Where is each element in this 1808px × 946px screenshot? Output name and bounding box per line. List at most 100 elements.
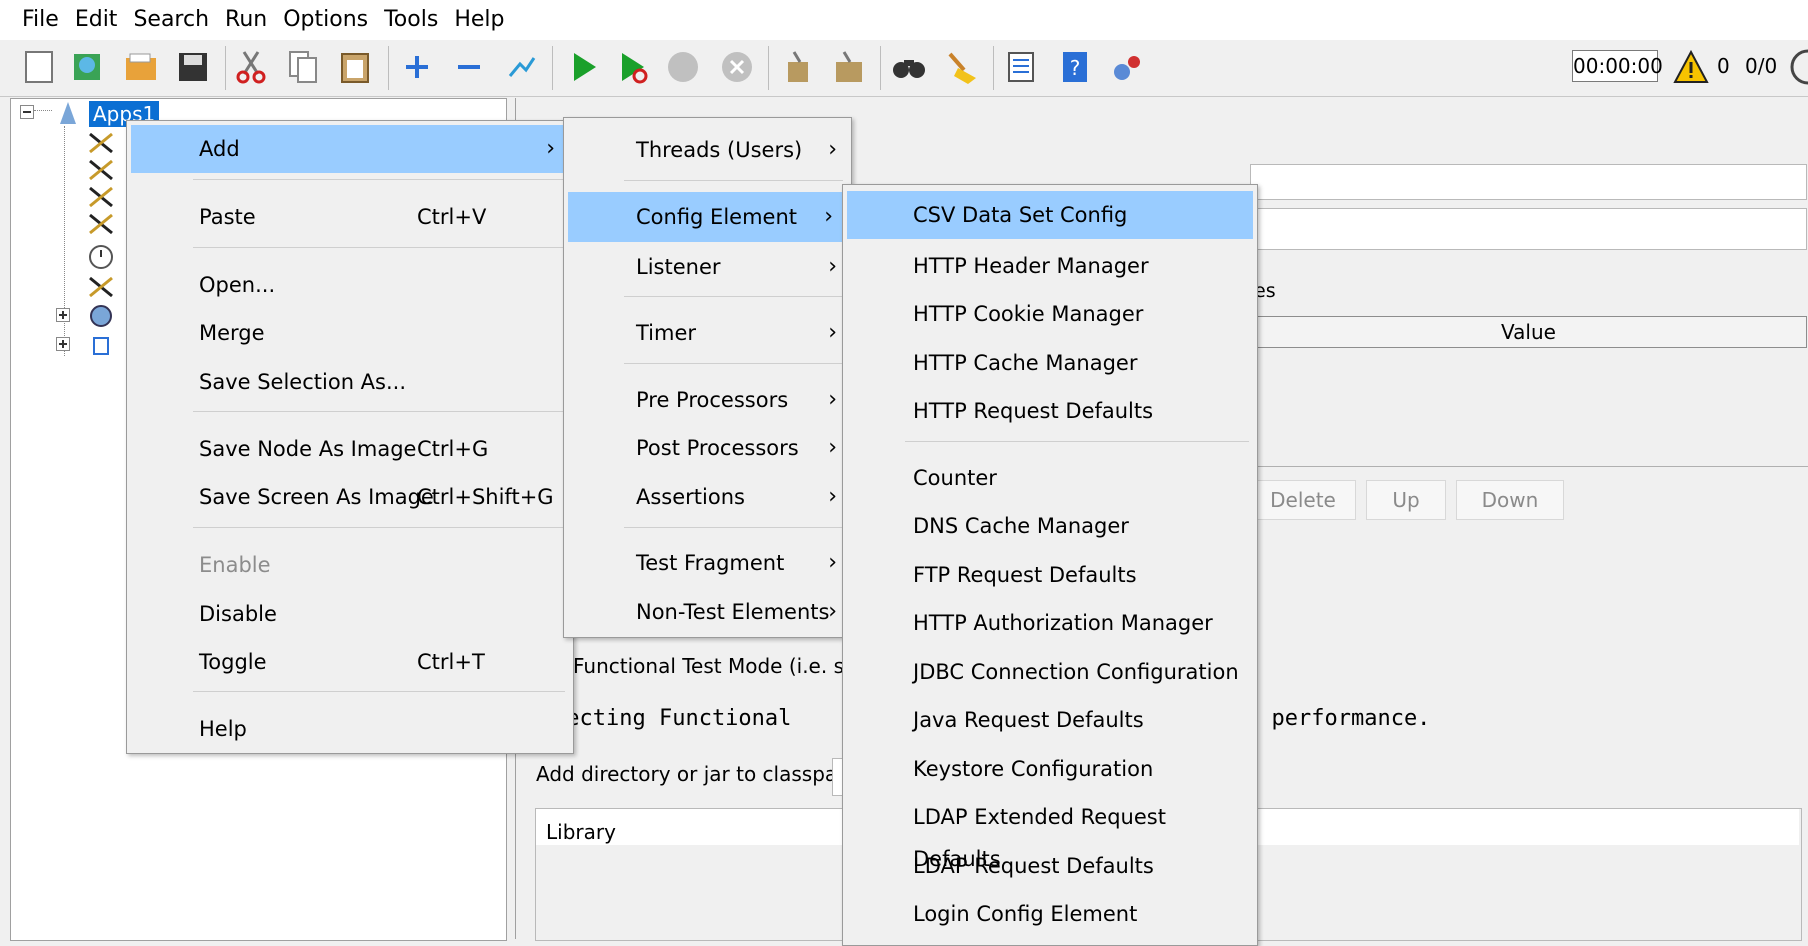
paste-icon[interactable] bbox=[336, 48, 374, 86]
chevron-right-icon: › bbox=[824, 204, 833, 229]
config-node-icon[interactable] bbox=[86, 211, 116, 237]
reset-search-icon[interactable] bbox=[942, 48, 980, 86]
menu-item-ftp-request-defaults[interactable]: FTP Request Defaults bbox=[843, 554, 1257, 596]
menu-item-toggle[interactable]: Toggle Ctrl+T bbox=[127, 641, 573, 683]
menu-item-merge[interactable]: Merge bbox=[127, 312, 573, 354]
collapse-icon[interactable] bbox=[450, 48, 488, 86]
start-no-pauses-icon[interactable] bbox=[614, 48, 652, 86]
comments-field[interactable] bbox=[1250, 208, 1807, 250]
svg-text:?: ? bbox=[1070, 56, 1081, 80]
open-icon[interactable] bbox=[122, 48, 160, 86]
menu-item-enable[interactable]: Enable bbox=[127, 544, 573, 586]
menu-item-post-processors[interactable]: Post Processors › bbox=[564, 427, 851, 469]
library-column-header[interactable]: Library bbox=[546, 820, 616, 844]
menu-run[interactable]: Run bbox=[217, 0, 275, 40]
templates-icon[interactable] bbox=[68, 48, 106, 86]
tree-expand-toggle[interactable] bbox=[56, 337, 70, 351]
menu-item-keystore-configuration[interactable]: Keystore Configuration bbox=[843, 748, 1257, 790]
menu-item-paste[interactable]: Paste Ctrl+V bbox=[127, 196, 573, 238]
menu-item-dns-cache-manager[interactable]: DNS Cache Manager bbox=[843, 505, 1257, 547]
menu-item-test-fragment[interactable]: Test Fragment › bbox=[564, 542, 851, 584]
menu-item-non-test-elements[interactable]: Non-Test Elements › bbox=[564, 591, 851, 633]
menu-options[interactable]: Options bbox=[275, 0, 376, 40]
functional-mode-note-end: t performance. bbox=[1245, 706, 1431, 731]
clear-icon[interactable] bbox=[778, 48, 816, 86]
menu-help[interactable]: Help bbox=[446, 0, 512, 40]
start-icon[interactable] bbox=[564, 48, 602, 86]
tree-collapse-toggle[interactable] bbox=[20, 105, 34, 119]
menu-edit[interactable]: Edit bbox=[67, 0, 126, 40]
expand-icon[interactable] bbox=[398, 48, 436, 86]
config-node-icon[interactable] bbox=[86, 184, 116, 210]
menu-item-http-cookie-manager[interactable]: HTTP Cookie Manager bbox=[843, 293, 1257, 335]
menu-item-save-selection-as[interactable]: Save Selection As... bbox=[127, 361, 573, 403]
value-column-header[interactable]: Value bbox=[1250, 316, 1807, 348]
menu-item-http-cache-manager[interactable]: HTTP Cache Manager bbox=[843, 342, 1257, 384]
functional-test-mode-checkbox-label[interactable]: Functional Test Mode (i.e. sav bbox=[573, 654, 868, 678]
functional-mode-note: lecting Functional bbox=[553, 706, 792, 731]
menu-item-pre-processors[interactable]: Pre Processors › bbox=[564, 379, 851, 421]
thread-group-icon[interactable] bbox=[86, 303, 116, 329]
config-node-icon[interactable] bbox=[86, 157, 116, 183]
test-plan-icon bbox=[60, 102, 76, 124]
save-icon[interactable] bbox=[174, 48, 212, 86]
help-icon[interactable]: ? bbox=[1056, 48, 1094, 86]
config-element-submenu: CSV Data Set Config HTTP Header Manager … bbox=[842, 184, 1258, 946]
name-field[interactable] bbox=[1250, 164, 1807, 200]
menu-file[interactable]: File bbox=[0, 0, 67, 40]
menu-item-open[interactable]: Open... bbox=[127, 264, 573, 306]
menu-item-save-node-as-image[interactable]: Save Node As Image Ctrl+G bbox=[127, 428, 573, 470]
warning-icon bbox=[1673, 49, 1709, 83]
menu-item-assertions[interactable]: Assertions › bbox=[564, 476, 851, 518]
chevron-right-icon: › bbox=[828, 435, 837, 460]
function-helper-icon[interactable] bbox=[1002, 48, 1040, 86]
timer-node-icon[interactable] bbox=[86, 244, 116, 270]
context-menu: Add › Paste Ctrl+V Open... Merge Save Sele… bbox=[126, 120, 574, 754]
menu-search[interactable]: Search bbox=[125, 0, 217, 40]
menu-bar: File Edit Search Run Options Tools Help bbox=[0, 0, 1808, 40]
menu-item-java-request-defaults[interactable]: Java Request Defaults bbox=[843, 699, 1257, 741]
config-node-icon[interactable] bbox=[86, 274, 116, 300]
new-icon[interactable] bbox=[20, 48, 58, 86]
menu-item-add[interactable]: Add › bbox=[131, 125, 569, 173]
tree-expand-toggle[interactable] bbox=[56, 308, 70, 322]
menu-item-ldap-request-defaults[interactable]: LDAP Request Defaults bbox=[843, 845, 1257, 887]
menu-item-listener[interactable]: Listener › bbox=[564, 246, 851, 288]
classpath-label: Add directory or jar to classpath bbox=[536, 762, 858, 786]
menu-item-disable[interactable]: Disable bbox=[127, 593, 573, 635]
chevron-right-icon: › bbox=[828, 254, 837, 279]
down-button[interactable]: Down bbox=[1456, 480, 1564, 520]
threads-indicator-icon bbox=[1790, 49, 1808, 85]
toggle-icon[interactable] bbox=[502, 48, 540, 86]
menu-item-save-screen-as-image[interactable]: Save Screen As Image Ctrl+Shift+G bbox=[127, 476, 573, 518]
search-icon[interactable] bbox=[890, 48, 928, 86]
menu-item-threads-users[interactable]: Threads (Users) › bbox=[564, 129, 851, 171]
menu-item-jdbc-connection-configuration[interactable]: JDBC Connection Configuration bbox=[843, 651, 1257, 693]
up-button[interactable]: Up bbox=[1366, 480, 1446, 520]
menu-item-login-config-element[interactable]: Login Config Element bbox=[843, 893, 1257, 935]
menu-item-config-element[interactable]: Config Element › bbox=[568, 192, 847, 242]
cut-icon[interactable] bbox=[232, 48, 270, 86]
shutdown-icon[interactable] bbox=[718, 48, 756, 86]
menu-item-http-request-defaults[interactable]: HTTP Request Defaults bbox=[843, 390, 1257, 432]
chevron-right-icon: › bbox=[546, 136, 555, 161]
menu-tools[interactable]: Tools bbox=[376, 0, 446, 40]
clear-all-icon[interactable] bbox=[830, 48, 868, 86]
copy-icon[interactable] bbox=[284, 48, 322, 86]
menu-item-counter[interactable]: Counter bbox=[843, 457, 1257, 499]
stop-icon[interactable] bbox=[664, 48, 702, 86]
add-submenu: Threads (Users) › Config Element › Listene… bbox=[563, 117, 852, 638]
remote-icon[interactable] bbox=[1108, 48, 1146, 86]
menu-item-csv-data-set-config[interactable]: CSV Data Set Config bbox=[847, 191, 1253, 239]
menu-item-http-header-manager[interactable]: HTTP Header Manager bbox=[843, 245, 1257, 287]
menu-item-timer[interactable]: Timer › bbox=[564, 312, 851, 354]
chevron-right-icon: › bbox=[828, 387, 837, 412]
config-node-icon[interactable] bbox=[86, 130, 116, 156]
thread-group-icon[interactable] bbox=[86, 332, 116, 358]
menu-item-help[interactable]: Help bbox=[127, 708, 573, 750]
menu-item-http-authorization-manager[interactable]: HTTP Authorization Manager bbox=[843, 602, 1257, 644]
delete-button[interactable]: Delete bbox=[1250, 480, 1356, 520]
menu-item-ldap-extended-request-defaults[interactable]: LDAP Extended Request Defaults bbox=[843, 796, 1257, 871]
chevron-right-icon: › bbox=[828, 320, 837, 345]
toolbar: ? bbox=[0, 40, 1808, 97]
